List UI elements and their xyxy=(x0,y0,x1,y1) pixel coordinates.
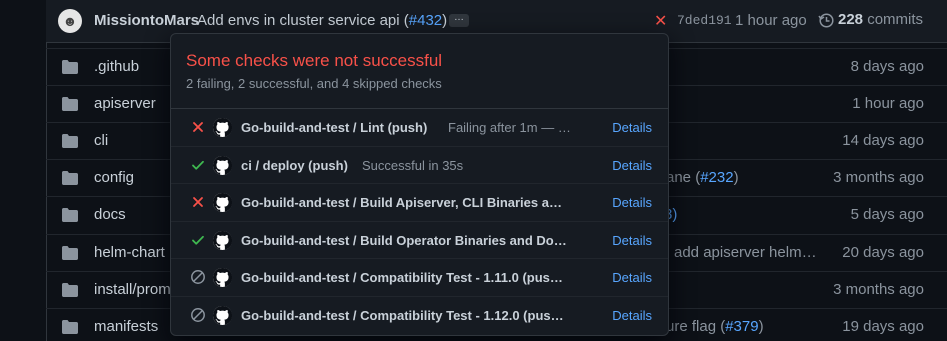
check-row[interactable]: Go-build-and-test / Lint (push) Failing a… xyxy=(171,109,668,147)
file-name[interactable]: install/prom xyxy=(94,281,171,298)
check-name[interactable]: Go-build-and-test / Compatibility Test -… xyxy=(241,308,564,323)
check-name[interactable]: Go-build-and-test / Lint (push) xyxy=(241,120,427,135)
check-row[interactable]: Go-build-and-test / Build Operator Binar… xyxy=(171,222,668,259)
check-skipped-icon xyxy=(190,307,206,323)
expand-commit-button[interactable]: … xyxy=(449,13,469,27)
commit-time: 1 hour ago xyxy=(735,12,807,29)
author-avatar[interactable]: ☻ xyxy=(58,9,82,33)
check-failed-icon xyxy=(190,194,206,210)
check-name[interactable]: Go-build-and-test / Compatibility Test -… xyxy=(241,270,563,285)
file-commit-link[interactable]: #232 xyxy=(700,169,733,186)
check-details-link[interactable]: Details xyxy=(612,195,652,210)
commit-message-text[interactable]: Add envs in cluster service api ( xyxy=(197,12,409,29)
file-date: 8 days ago xyxy=(850,58,924,75)
folder-icon xyxy=(62,134,78,149)
file-commit-text[interactable]: ane ( xyxy=(666,169,700,186)
history-icon xyxy=(818,13,834,28)
file-date: 20 days ago xyxy=(842,243,924,261)
commit-message-end: ) xyxy=(442,12,448,29)
folder-icon xyxy=(62,171,78,186)
file-commit-message[interactable]: ane (#232) xyxy=(666,169,739,186)
file-name[interactable]: cli xyxy=(94,132,108,149)
file-date: 5 days ago xyxy=(850,206,924,224)
check-name[interactable]: Go-build-and-test / Build Apiserver, CLI… xyxy=(241,195,562,210)
check-details-link[interactable]: Details xyxy=(612,158,652,173)
check-success-icon xyxy=(190,232,206,248)
github-app-icon xyxy=(212,155,233,175)
folder-icon xyxy=(62,282,78,297)
file-commit-end: ) xyxy=(758,317,764,335)
folder-icon xyxy=(62,97,78,112)
commit-count-link[interactable]: 228 commits xyxy=(838,11,923,28)
check-failed-icon xyxy=(190,119,206,135)
checks-popup-title: Some checks were not successful xyxy=(186,51,443,70)
github-app-icon xyxy=(212,230,233,250)
check-name[interactable]: Go-build-and-test / Build Operator Binar… xyxy=(241,233,567,248)
check-description: Successful in 35s xyxy=(362,157,464,173)
check-details-link[interactable]: Details xyxy=(612,233,652,248)
check-details-link[interactable]: Details xyxy=(612,270,652,285)
github-app-icon xyxy=(212,117,233,137)
github-app-icon xyxy=(212,305,233,325)
github-app-icon xyxy=(212,192,233,212)
check-row[interactable]: ci / deploy (push) Successful in 35s Detai… xyxy=(171,147,668,184)
check-details-link[interactable]: Details xyxy=(612,308,652,323)
file-commit-text[interactable]: ure flag ( xyxy=(666,318,725,335)
check-row[interactable]: Go-build-and-test / Compatibility Test -… xyxy=(171,259,668,297)
commit-sha[interactable]: 7ded191 xyxy=(677,13,732,28)
commit-message[interactable]: Add envs in cluster service api (#432) xyxy=(197,12,447,29)
file-commit-end: ) xyxy=(733,169,739,187)
check-skipped-icon xyxy=(190,269,206,285)
github-app-icon xyxy=(212,267,233,287)
check-details-link[interactable]: Details xyxy=(612,120,652,135)
checks-popup-subtitle: 2 failing, 2 successful, and 4 skipped c… xyxy=(186,76,442,91)
checks-popup: Some checks were not successful 2 failin… xyxy=(170,33,669,336)
checks-popup-header: Some checks were not successful 2 failin… xyxy=(171,34,668,109)
check-row[interactable]: Go-build-and-test / Build Apiserver, CLI… xyxy=(171,184,668,222)
file-commit-message[interactable]: add apiserver helm… xyxy=(674,244,817,261)
check-name[interactable]: ci / deploy (push) xyxy=(241,158,348,173)
folder-icon xyxy=(62,319,78,334)
check-failed-icon[interactable]: ✕ xyxy=(654,11,667,31)
commit-count[interactable]: 228 xyxy=(838,11,863,28)
file-date: 19 days ago xyxy=(842,317,924,335)
file-commit-text[interactable]: add apiserver helm… xyxy=(674,244,817,261)
file-date: 1 hour ago xyxy=(852,95,924,113)
check-description: Failing after 1m — … xyxy=(448,120,571,135)
file-commit-message[interactable]: ure flag (#379) xyxy=(666,318,764,335)
file-name[interactable]: config xyxy=(94,169,134,186)
commit-author[interactable]: MissiontoMars xyxy=(94,12,199,29)
file-name[interactable]: apiserver xyxy=(94,95,156,112)
commits-label[interactable]: commits xyxy=(867,11,923,28)
file-name[interactable]: docs xyxy=(94,206,126,223)
file-date: 14 days ago xyxy=(842,132,924,150)
file-date: 3 months ago xyxy=(833,169,924,187)
file-date: 3 months ago xyxy=(833,280,924,298)
file-name[interactable]: manifests xyxy=(94,318,158,335)
folder-icon xyxy=(62,245,78,260)
file-name[interactable]: .github xyxy=(94,58,139,75)
check-success-icon xyxy=(190,157,206,173)
folder-icon xyxy=(62,208,78,223)
check-row[interactable]: Go-build-and-test / Compatibility Test -… xyxy=(171,297,668,335)
commit-pr-link[interactable]: #432 xyxy=(409,12,442,29)
file-name[interactable]: helm-chart xyxy=(94,244,165,261)
file-commit-link[interactable]: #379 xyxy=(725,318,758,335)
folder-icon xyxy=(62,60,78,74)
